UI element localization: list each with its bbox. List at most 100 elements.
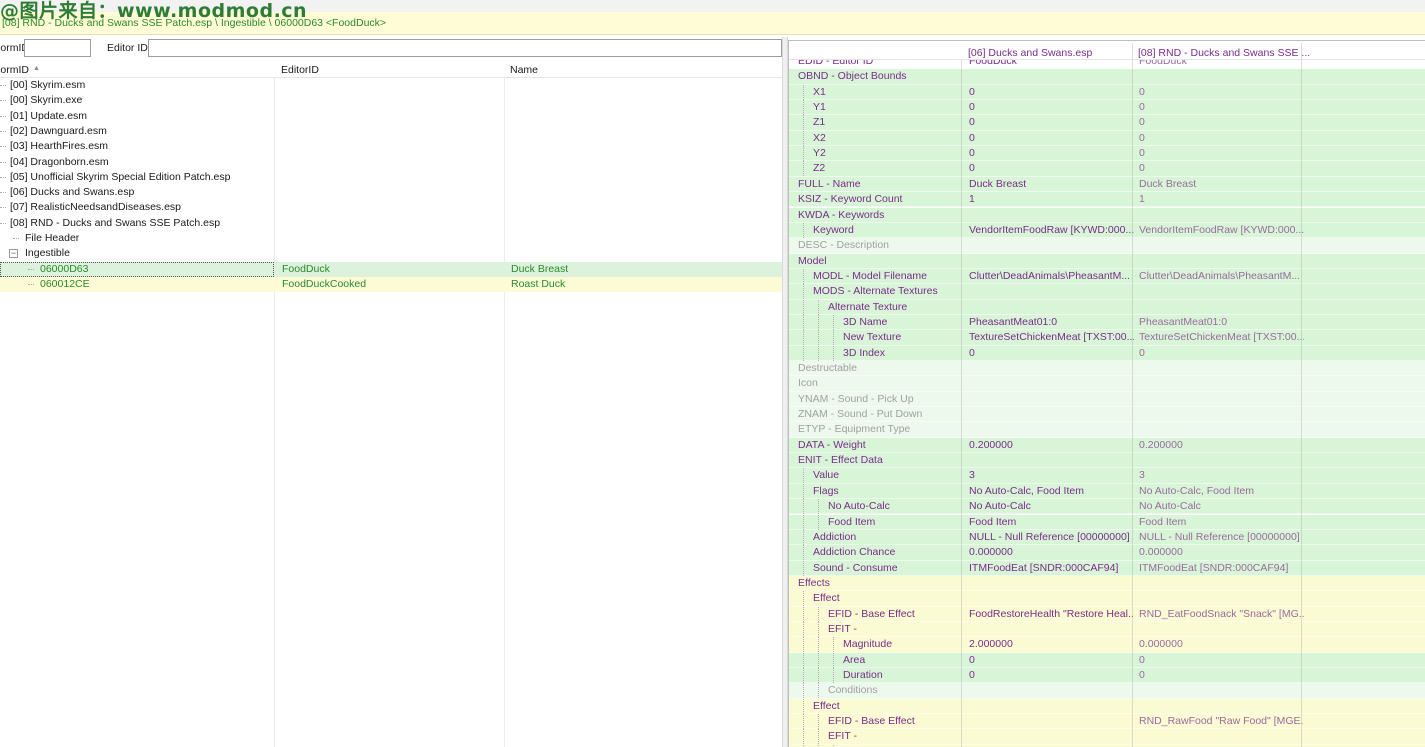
tree-item[interactable]: [01] Update.esm — [0, 109, 782, 124]
field-label: ZNAM - Sound - Put Down — [798, 408, 923, 421]
column-formid[interactable]: FormID — [0, 64, 29, 76]
field-label: Magnitude — [843, 638, 893, 651]
tree-item[interactable]: [03] HearthFires.esm — [0, 139, 782, 154]
compare-row[interactable]: Model — [789, 253, 1425, 269]
tree-connector — [803, 284, 804, 300]
collapse-icon[interactable]: − — [9, 249, 18, 259]
compare-row[interactable]: KWDA - Keywords — [789, 207, 1425, 223]
compare-row[interactable]: Area 0 0 — [789, 652, 1425, 668]
compare-row[interactable]: Z2 0 0 — [789, 161, 1425, 177]
compare-row[interactable]: New Texture TextureSetChickenMeat [TXST:0… — [789, 330, 1425, 346]
field-label: ETYP - Equipment Type — [798, 423, 911, 436]
tree-connector — [803, 161, 804, 177]
column-editorid[interactable]: EditorID — [281, 64, 319, 76]
compare-row[interactable]: Effect — [789, 698, 1425, 715]
compare-row[interactable]: KSIZ - Keyword Count 1 1 — [789, 192, 1425, 208]
value-rnd-patch: 0 — [1139, 346, 1145, 359]
compare-row[interactable]: Sound - Consume ITMFoodEat [SNDR:000CAF94… — [789, 560, 1425, 576]
value-ducks-and-swans: 2.000000 — [969, 638, 1013, 651]
value-ducks-and-swans: 0.200000 — [969, 438, 1013, 451]
compare-row[interactable]: DESC - Description — [789, 238, 1425, 254]
tree-item[interactable]: [05] Unofficial Skyrim Special Edition P… — [0, 170, 782, 185]
compare-row[interactable]: ZNAM - Sound - Put Down — [789, 407, 1425, 423]
compare-row[interactable]: Flags No Auto-Calc, Food Item No Auto-Calc… — [789, 483, 1425, 500]
tree-item-label: [08] RND - Ducks and Swans SSE Patch.esp — [10, 216, 221, 229]
compare-row[interactable]: Addiction NULL - Null Reference [00000000… — [789, 529, 1425, 546]
compare-row[interactable]: Y2 0 0 — [789, 146, 1425, 162]
compare-header-col1[interactable]: [06] Ducks and Swans.esp — [968, 47, 1092, 59]
compare-row[interactable]: EFIT - — [789, 621, 1425, 638]
editorid-filter-input[interactable] — [148, 39, 782, 57]
record-row[interactable]: 06000D63 FoodDuck Duck Breast — [0, 261, 782, 277]
tree-connector — [803, 115, 804, 131]
value-ducks-and-swans: 0 — [969, 147, 975, 160]
field-label: 3D Name — [843, 315, 888, 328]
tree-connector — [833, 314, 834, 330]
value-ducks-and-swans: 0 — [969, 131, 975, 144]
tree-connector — [818, 668, 819, 683]
field-label: Addiction Chance — [813, 546, 896, 559]
compare-row[interactable]: Magnitude 2.000000 0.000000 — [789, 637, 1425, 653]
compare-row[interactable]: ENIT - Effect Data — [789, 453, 1425, 469]
tree-item[interactable]: [04] Dragonborn.esm — [0, 155, 782, 170]
compare-row[interactable]: Addiction Chance 0.000000 0.000000 — [789, 545, 1425, 561]
compare-row[interactable]: Value 3 3 — [789, 468, 1425, 484]
grid-line — [961, 60, 962, 747]
compare-row[interactable]: MODL - Model Filename Clutter\DeadAnimals… — [789, 268, 1425, 285]
compare-row[interactable]: Effects — [789, 575, 1425, 592]
tree-item[interactable]: [00] Skyrim.esm — [0, 78, 782, 93]
value-ducks-and-swans: 1 — [969, 193, 975, 206]
value-ducks-and-swans: 0 — [969, 653, 975, 666]
field-label: Z2 — [813, 162, 826, 175]
compare-row[interactable]: 3D Name PheasantMeat01:0 PheasantMeat01:0 — [789, 314, 1425, 331]
field-label: Effect — [813, 592, 840, 605]
compare-row[interactable]: Duration 0 0 — [789, 668, 1425, 684]
tree-item[interactable]: [02] Dawnguard.esm — [0, 124, 782, 139]
tree-connector — [0, 130, 6, 132]
compare-row[interactable]: No Auto-Calc No Auto-Calc No Auto-Calc — [789, 499, 1425, 515]
value-rnd-patch: 0.200000 — [1139, 438, 1183, 451]
compare-row[interactable]: 3D Index 0 0 — [789, 345, 1425, 361]
compare-row[interactable]: YNAM - Sound - Pick Up — [789, 391, 1425, 408]
tree-item[interactable]: [06] Ducks and Swans.esp — [0, 185, 782, 200]
compare-row[interactable]: Food Item Food Item Food Item — [789, 514, 1425, 530]
column-name[interactable]: Name — [510, 64, 538, 76]
record-row[interactable]: 060012CE FoodDuckCooked Roast Duck — [0, 276, 782, 293]
compare-row[interactable]: DATA - Weight 0.200000 0.200000 — [789, 437, 1425, 454]
compare-row[interactable]: OBND - Object Bounds — [789, 69, 1425, 85]
compare-row[interactable]: MODS - Alternate Textures — [789, 284, 1425, 300]
compare-row[interactable]: ETYP - Equipment Type — [789, 422, 1425, 438]
compare-row[interactable]: EFID - Base Effect RND_RawFood "Raw Food"… — [789, 714, 1425, 730]
compare-row[interactable]: X2 0 0 — [789, 130, 1425, 147]
compare-header-col2[interactable]: [08] RND - Ducks and Swans SSE ... — [1138, 47, 1310, 59]
header-divider — [1132, 43, 1133, 59]
value-rnd-patch: VendorItemFoodRaw [KYWD:000... — [1139, 223, 1304, 236]
compare-row[interactable]: Conditions — [789, 683, 1425, 699]
value-rnd-patch: 0 — [1139, 101, 1145, 114]
tree-item[interactable]: [08] RND - Ducks and Swans SSE Patch.esp — [0, 216, 782, 231]
tree-connector — [818, 514, 819, 530]
compare-row[interactable]: FULL - Name Duck Breast Duck Breast — [789, 176, 1425, 193]
compare-row[interactable]: Keyword VendorItemFoodRaw [KYWD:000... Ven… — [789, 222, 1425, 239]
tree-item[interactable]: [07] RealisticNeedsandDiseases.esp — [0, 200, 782, 215]
field-label: Conditions — [828, 684, 878, 697]
field-label: New Texture — [843, 331, 902, 344]
tree-item[interactable]: File Header — [0, 231, 782, 246]
compare-row[interactable]: Icon — [789, 376, 1425, 392]
compare-row[interactable]: Alternate Texture — [789, 299, 1425, 315]
value-rnd-patch: NULL - Null Reference [00000000] — [1139, 530, 1300, 543]
compare-row[interactable]: EFIT - — [789, 729, 1425, 745]
tree-connector — [0, 100, 6, 102]
compare-row[interactable]: Y1 0 0 — [789, 100, 1425, 116]
compare-row[interactable]: Destructable — [789, 361, 1425, 377]
compare-row[interactable]: EFID - Base Effect FoodRestoreHealth "Res… — [789, 606, 1425, 622]
formid-filter-input[interactable] — [24, 39, 91, 57]
tree-item[interactable]: − Ingestible — [0, 246, 782, 261]
tree-connector — [818, 314, 819, 330]
compare-row[interactable]: X1 0 0 — [789, 84, 1425, 101]
compare-row[interactable]: Z1 0 0 — [789, 115, 1425, 131]
compare-row[interactable]: Effect — [789, 591, 1425, 607]
field-label: Alternate Texture — [828, 300, 908, 313]
tree-item[interactable]: [00] Skyrim.exe — [0, 93, 782, 108]
filter-bar: FormID Editor ID — [0, 37, 782, 59]
